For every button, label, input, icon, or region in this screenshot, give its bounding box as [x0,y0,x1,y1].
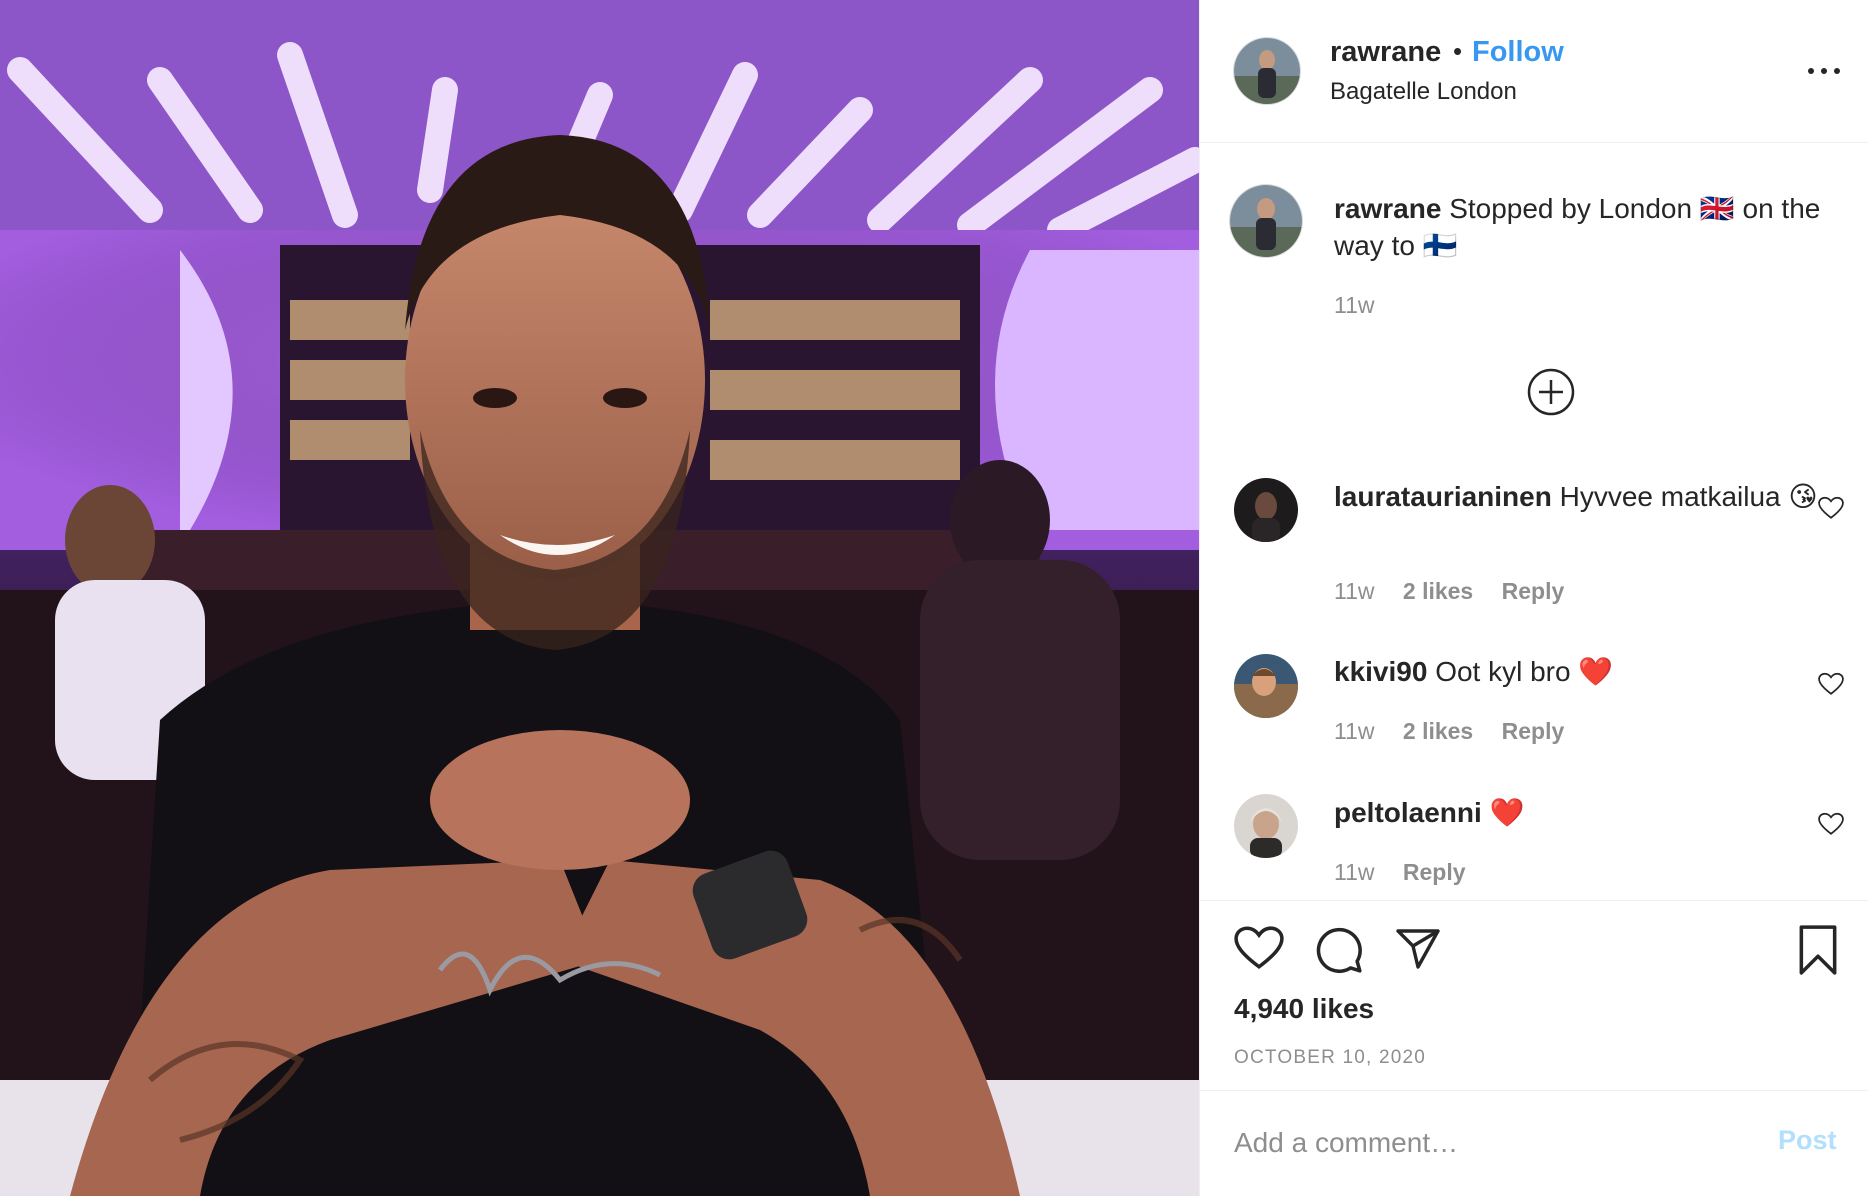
caption-time[interactable]: 11w [1334,292,1375,318]
author-avatar-image [1234,38,1300,104]
comment-avatar-image [1234,478,1298,542]
comment-text: peltolaenni ❤️ [1334,794,1834,831]
reply-button[interactable]: Reply [1403,859,1466,885]
comment-meta: 11w Reply [1334,859,1488,886]
post-comment-button[interactable]: Post [1778,1125,1837,1156]
comment-time[interactable]: 11w [1334,578,1375,604]
more-options-icon[interactable] [1804,62,1844,82]
location-link[interactable]: Bagatelle London [1330,78,1517,106]
comment-meta: 11w 2 likes Reply [1334,718,1586,745]
comment-avatar[interactable] [1234,654,1298,718]
comment-body: Oot kyl bro ❤️ [1435,656,1614,687]
comment-avatar-image [1234,654,1298,718]
caption-text: rawrane Stopped by London 🇬🇧 on the way … [1334,190,1834,264]
caption-avatar[interactable] [1230,185,1302,257]
comment-meta: 11w 2 likes Reply [1334,578,1586,605]
comment-username[interactable]: peltolaenni [1334,797,1482,828]
post-photo[interactable] [0,0,1199,1196]
post-sidebar: rawrane • Follow Bagatelle London rawran… [1199,0,1868,1196]
post-header: rawrane • Follow Bagatelle London [1200,0,1868,143]
author-avatar[interactable] [1234,38,1300,104]
reply-button[interactable]: Reply [1502,718,1565,744]
post-actions: 4,940 likes OCTOBER 10, 2020 [1200,900,1868,1090]
share-paper-plane-icon[interactable] [1393,925,1443,973]
caption-meta: 11w [1334,292,1397,319]
comment-bubble-icon[interactable] [1314,925,1364,975]
comment-likes[interactable]: 2 likes [1403,718,1473,744]
comment-time[interactable]: 11w [1334,718,1375,744]
comment-input[interactable] [1234,1121,1734,1165]
save-bookmark-icon[interactable] [1796,925,1840,975]
add-comment-bar: Post [1200,1090,1868,1196]
comment-like-heart-icon[interactable] [1818,496,1844,520]
caption-avatar-image [1230,185,1302,257]
comment-username[interactable]: laurataurianinen [1334,481,1552,512]
reply-button[interactable]: Reply [1502,578,1565,604]
comment-text: laurataurianinen Hyvvee matkailua 😘 [1334,478,1834,515]
caption-username[interactable]: rawrane [1334,193,1441,224]
comment-username[interactable]: kkivi90 [1334,656,1427,687]
comment-avatar-image [1234,794,1298,858]
author-username[interactable]: rawrane [1330,36,1441,69]
comment-like-heart-icon[interactable] [1818,812,1844,836]
separator-dot: • [1453,36,1463,66]
comment-avatar[interactable] [1234,794,1298,858]
comment-body: ❤️ [1489,797,1525,828]
photo-illustration [0,0,1199,1196]
comment-time[interactable]: 11w [1334,859,1375,885]
post-date[interactable]: OCTOBER 10, 2020 [1234,1047,1426,1069]
follow-button[interactable]: Follow [1472,36,1564,69]
comment-text: kkivi90 Oot kyl bro ❤️ [1334,653,1834,690]
comment-body: Hyvvee matkailua 😘 [1559,481,1818,512]
load-more-comments-icon[interactable] [1527,368,1575,416]
comment-likes[interactable]: 2 likes [1403,578,1473,604]
comment-like-heart-icon[interactable] [1818,672,1844,696]
likes-count[interactable]: 4,940 likes [1234,993,1374,1025]
comment-avatar[interactable] [1234,478,1298,542]
like-heart-icon[interactable] [1234,925,1284,971]
